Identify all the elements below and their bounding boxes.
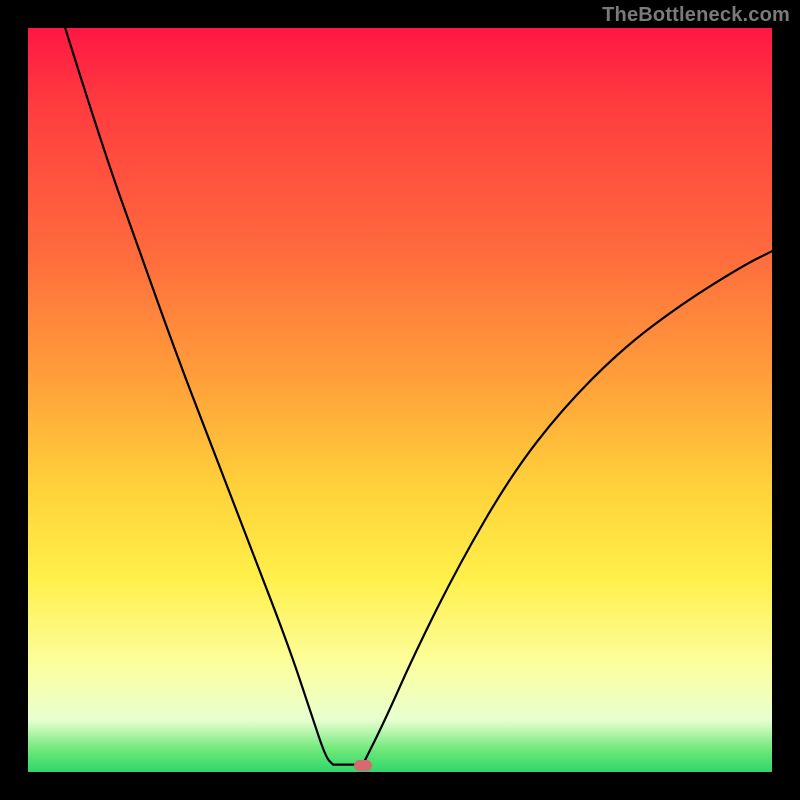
curve-svg bbox=[28, 28, 772, 772]
bottleneck-curve bbox=[65, 28, 772, 765]
plot-area bbox=[28, 28, 772, 772]
watermark-label: TheBottleneck.com bbox=[602, 4, 790, 27]
min-marker bbox=[354, 760, 372, 771]
chart-frame: TheBottleneck.com bbox=[0, 0, 800, 800]
